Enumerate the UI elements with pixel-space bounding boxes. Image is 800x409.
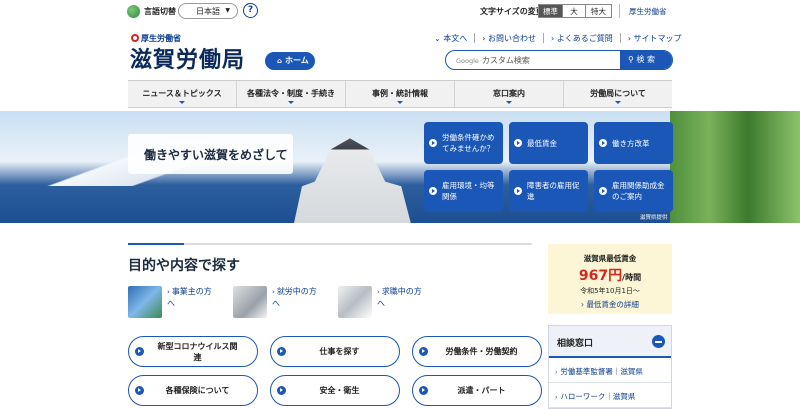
- ministry-logo-icon: [131, 34, 139, 42]
- language-value: 日本語: [196, 7, 220, 16]
- search-input[interactable]: Google カスタム検索: [456, 55, 530, 66]
- audience-jobseekers-label: 求職中の方へ: [377, 287, 422, 308]
- globe-icon: [127, 5, 140, 18]
- language-label: 言語切替: [144, 7, 176, 16]
- home-icon: ⌂: [277, 57, 283, 65]
- section-divider: [128, 243, 532, 245]
- chevron-right-icon: ›: [555, 369, 558, 376]
- utility-bar: 言語切替 日本語 ▼ ? 文字サイズの変更 標準 大 特大 厚生労働省: [0, 0, 800, 24]
- arrow-circle-icon: [277, 347, 286, 356]
- nav-offices[interactable]: 窓口案内: [454, 81, 563, 107]
- divider: [619, 4, 620, 18]
- chevron-right-icon: ›: [555, 394, 558, 401]
- mhlw-link[interactable]: 厚生労働省: [629, 6, 667, 17]
- sitemap-link[interactable]: › サイトマップ: [628, 33, 682, 44]
- chevron-right-icon: ›: [377, 288, 380, 296]
- arrow-circle-icon: [429, 187, 437, 195]
- arrow-circle-icon: [599, 187, 607, 195]
- chevron-right-icon: ›: [272, 288, 275, 296]
- divider: [619, 33, 621, 43]
- wage-detail-link[interactable]: › 最低賃金の詳細: [548, 299, 672, 310]
- consult-item-labor-standards[interactable]: › 労働基準監督署｜滋賀県: [549, 358, 671, 383]
- audience-employers[interactable]: › 事業主の方へ: [128, 286, 213, 318]
- global-nav: ニュース＆トピックス 各種法令・制度・手続き 事例・統計情報 窓口案内 労働局に…: [128, 80, 672, 108]
- trees-image: [670, 111, 800, 223]
- font-size-label: 文字サイズの変更: [480, 7, 544, 16]
- pill-insurance[interactable]: 各種保険について: [128, 375, 258, 406]
- help-icon[interactable]: ?: [243, 3, 258, 18]
- arrow-circle-icon: [429, 139, 437, 147]
- search-icon: ⚲: [628, 55, 634, 64]
- minimum-wage-box: 滋賀県最低賃金 967円/時間 令和5年10月1日～ › 最低賃金の詳細: [548, 244, 672, 314]
- consultation-panel: 相談窓口 › 労働基準監督署｜滋賀県 › ハローワーク｜滋賀県: [548, 325, 672, 409]
- pill-find-job[interactable]: 仕事を探す: [270, 336, 400, 367]
- audience-employers-label: 事業主の方へ: [167, 287, 212, 308]
- nav-laws[interactable]: 各種法令・制度・手続き: [236, 81, 345, 107]
- tile-working-conditions[interactable]: 労働条件確かめてみませんか？: [424, 122, 503, 164]
- tile-minimum-wage[interactable]: 最低賃金: [509, 122, 588, 164]
- consultation-title: 相談窓口: [557, 339, 594, 349]
- nav-cases-stats[interactable]: 事例・統計情報: [345, 81, 454, 107]
- font-size-xlarge-button[interactable]: 特大: [585, 5, 611, 17]
- chevron-down-icon: ▼: [225, 7, 230, 14]
- arrow-circle-icon: [514, 139, 522, 147]
- font-size-large-button[interactable]: 大: [562, 5, 585, 17]
- audience-workers[interactable]: › 就労中の方へ: [233, 286, 318, 318]
- arrow-circle-icon: [419, 386, 428, 395]
- consult-item-hellowork[interactable]: › ハローワーク｜滋賀県: [549, 383, 671, 408]
- collapse-icon[interactable]: [652, 335, 665, 348]
- divider: [543, 33, 544, 43]
- site-title[interactable]: 滋賀労働局: [130, 42, 245, 74]
- tile-work-style-reform[interactable]: 働き方改革: [594, 122, 673, 164]
- tile-subsidies[interactable]: 雇用関係助成金のご案内: [594, 170, 673, 212]
- home-button[interactable]: ⌂ ホーム: [265, 52, 315, 70]
- divider: [474, 33, 476, 43]
- jobseekers-image: [338, 286, 372, 318]
- tile-disabled-employment[interactable]: 障害者の雇用促進: [509, 170, 588, 212]
- arrow-circle-icon: [599, 139, 607, 147]
- site-search: Google カスタム検索 ⚲ 検 索: [445, 50, 673, 70]
- audience-workers-label: 就労中の方へ: [272, 287, 317, 308]
- chevron-right-icon: ›: [167, 288, 170, 296]
- contact-link[interactable]: › お問い合わせ: [482, 33, 536, 44]
- workers-image: [233, 286, 267, 318]
- consultation-header[interactable]: 相談窓口: [549, 326, 671, 358]
- wage-title: 滋賀県最低賃金: [583, 254, 637, 263]
- font-size-standard-button[interactable]: 標準: [539, 5, 562, 17]
- language-select[interactable]: 日本語 ▼: [178, 3, 238, 19]
- arrow-circle-icon: [135, 386, 144, 395]
- audience-jobseekers[interactable]: › 求職中の方へ: [338, 286, 423, 318]
- arrow-circle-icon: [277, 386, 286, 395]
- photo-credit: 滋賀県提供: [640, 215, 668, 221]
- pill-dispatch-parttime[interactable]: 派遣・パート: [412, 375, 542, 406]
- utility-links: ⌄ 本文へ › お問い合わせ › よくあるご質問 › サイトマップ: [434, 33, 682, 44]
- arrow-circle-icon: [514, 187, 522, 195]
- hero-slogan: 働きやすい滋賀をめざして: [128, 134, 293, 174]
- font-size-switcher: 標準 大 特大: [538, 4, 612, 18]
- wage-amount: 967円/時間: [578, 268, 642, 284]
- pill-safety-health[interactable]: 安全・衛生: [270, 375, 400, 406]
- hero-tiles: 労働条件確かめてみませんか？ 最低賃金 働き方改革 雇用環境・均等関係 障害者の…: [424, 122, 673, 212]
- arrow-circle-icon: [135, 347, 144, 356]
- hero-banner: [0, 111, 800, 223]
- faq-link[interactable]: › よくあるご質問: [551, 33, 613, 44]
- nav-news[interactable]: ニュース＆トピックス: [128, 81, 236, 107]
- arrow-circle-icon: [419, 347, 428, 356]
- purpose-section-title: 目的や内容で探す: [128, 258, 240, 274]
- nav-about[interactable]: 労働局について: [563, 81, 672, 107]
- pill-covid[interactable]: 新型コロナウイルス関連: [128, 336, 258, 367]
- search-button[interactable]: ⚲ 検 索: [620, 51, 672, 69]
- wage-date: 令和5年10月1日～: [580, 287, 640, 295]
- employers-image: [128, 286, 162, 318]
- pill-labor-conditions[interactable]: 労働条件・労働契約: [412, 336, 542, 367]
- skip-to-content-link[interactable]: ⌄ 本文へ: [434, 33, 467, 44]
- purpose-links: 新型コロナウイルス関連 仕事を探す 労働条件・労働契約 各種保険について 安全・…: [128, 336, 542, 406]
- tile-employment-equality[interactable]: 雇用環境・均等関係: [424, 170, 503, 212]
